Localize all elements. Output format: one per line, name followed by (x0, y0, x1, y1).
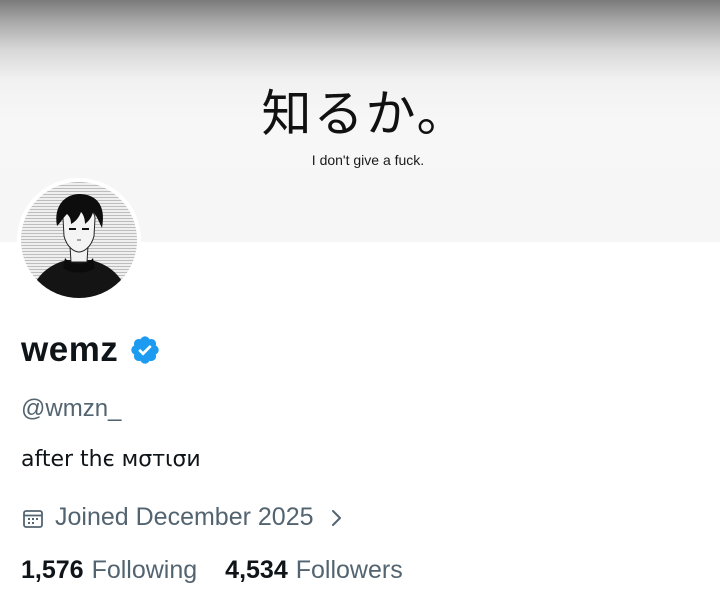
follow-stats: 1,576 Following 4,534 Followers (21, 556, 431, 585)
profile-bio: after thє мσтισи (21, 447, 201, 472)
verified-badge-icon[interactable] (129, 334, 161, 366)
joined-date-row[interactable]: Joined December 2025 (21, 503, 346, 532)
following-label: Following (91, 556, 198, 584)
following-link[interactable]: 1,576 Following (21, 556, 197, 585)
followers-label: Followers (295, 556, 403, 584)
following-count: 1,576 (21, 556, 84, 584)
joined-date: Joined December 2025 (55, 503, 314, 531)
banner-jp-text: 知るか。 (261, 85, 469, 143)
calendar-icon (21, 506, 45, 530)
display-name: wemz (21, 330, 119, 369)
followers-count: 4,534 (225, 556, 288, 584)
chevron-right-icon[interactable] (328, 506, 346, 530)
display-name-row: wemz (21, 330, 161, 370)
avatar-ring (17, 178, 141, 302)
profile-handle: @wmzn_ (21, 395, 122, 422)
followers-link[interactable]: 4,534 Followers (225, 556, 403, 585)
banner-en-text: I don't give a fuck. (311, 152, 425, 168)
avatar[interactable] (21, 182, 137, 298)
avatar-image (21, 182, 137, 298)
